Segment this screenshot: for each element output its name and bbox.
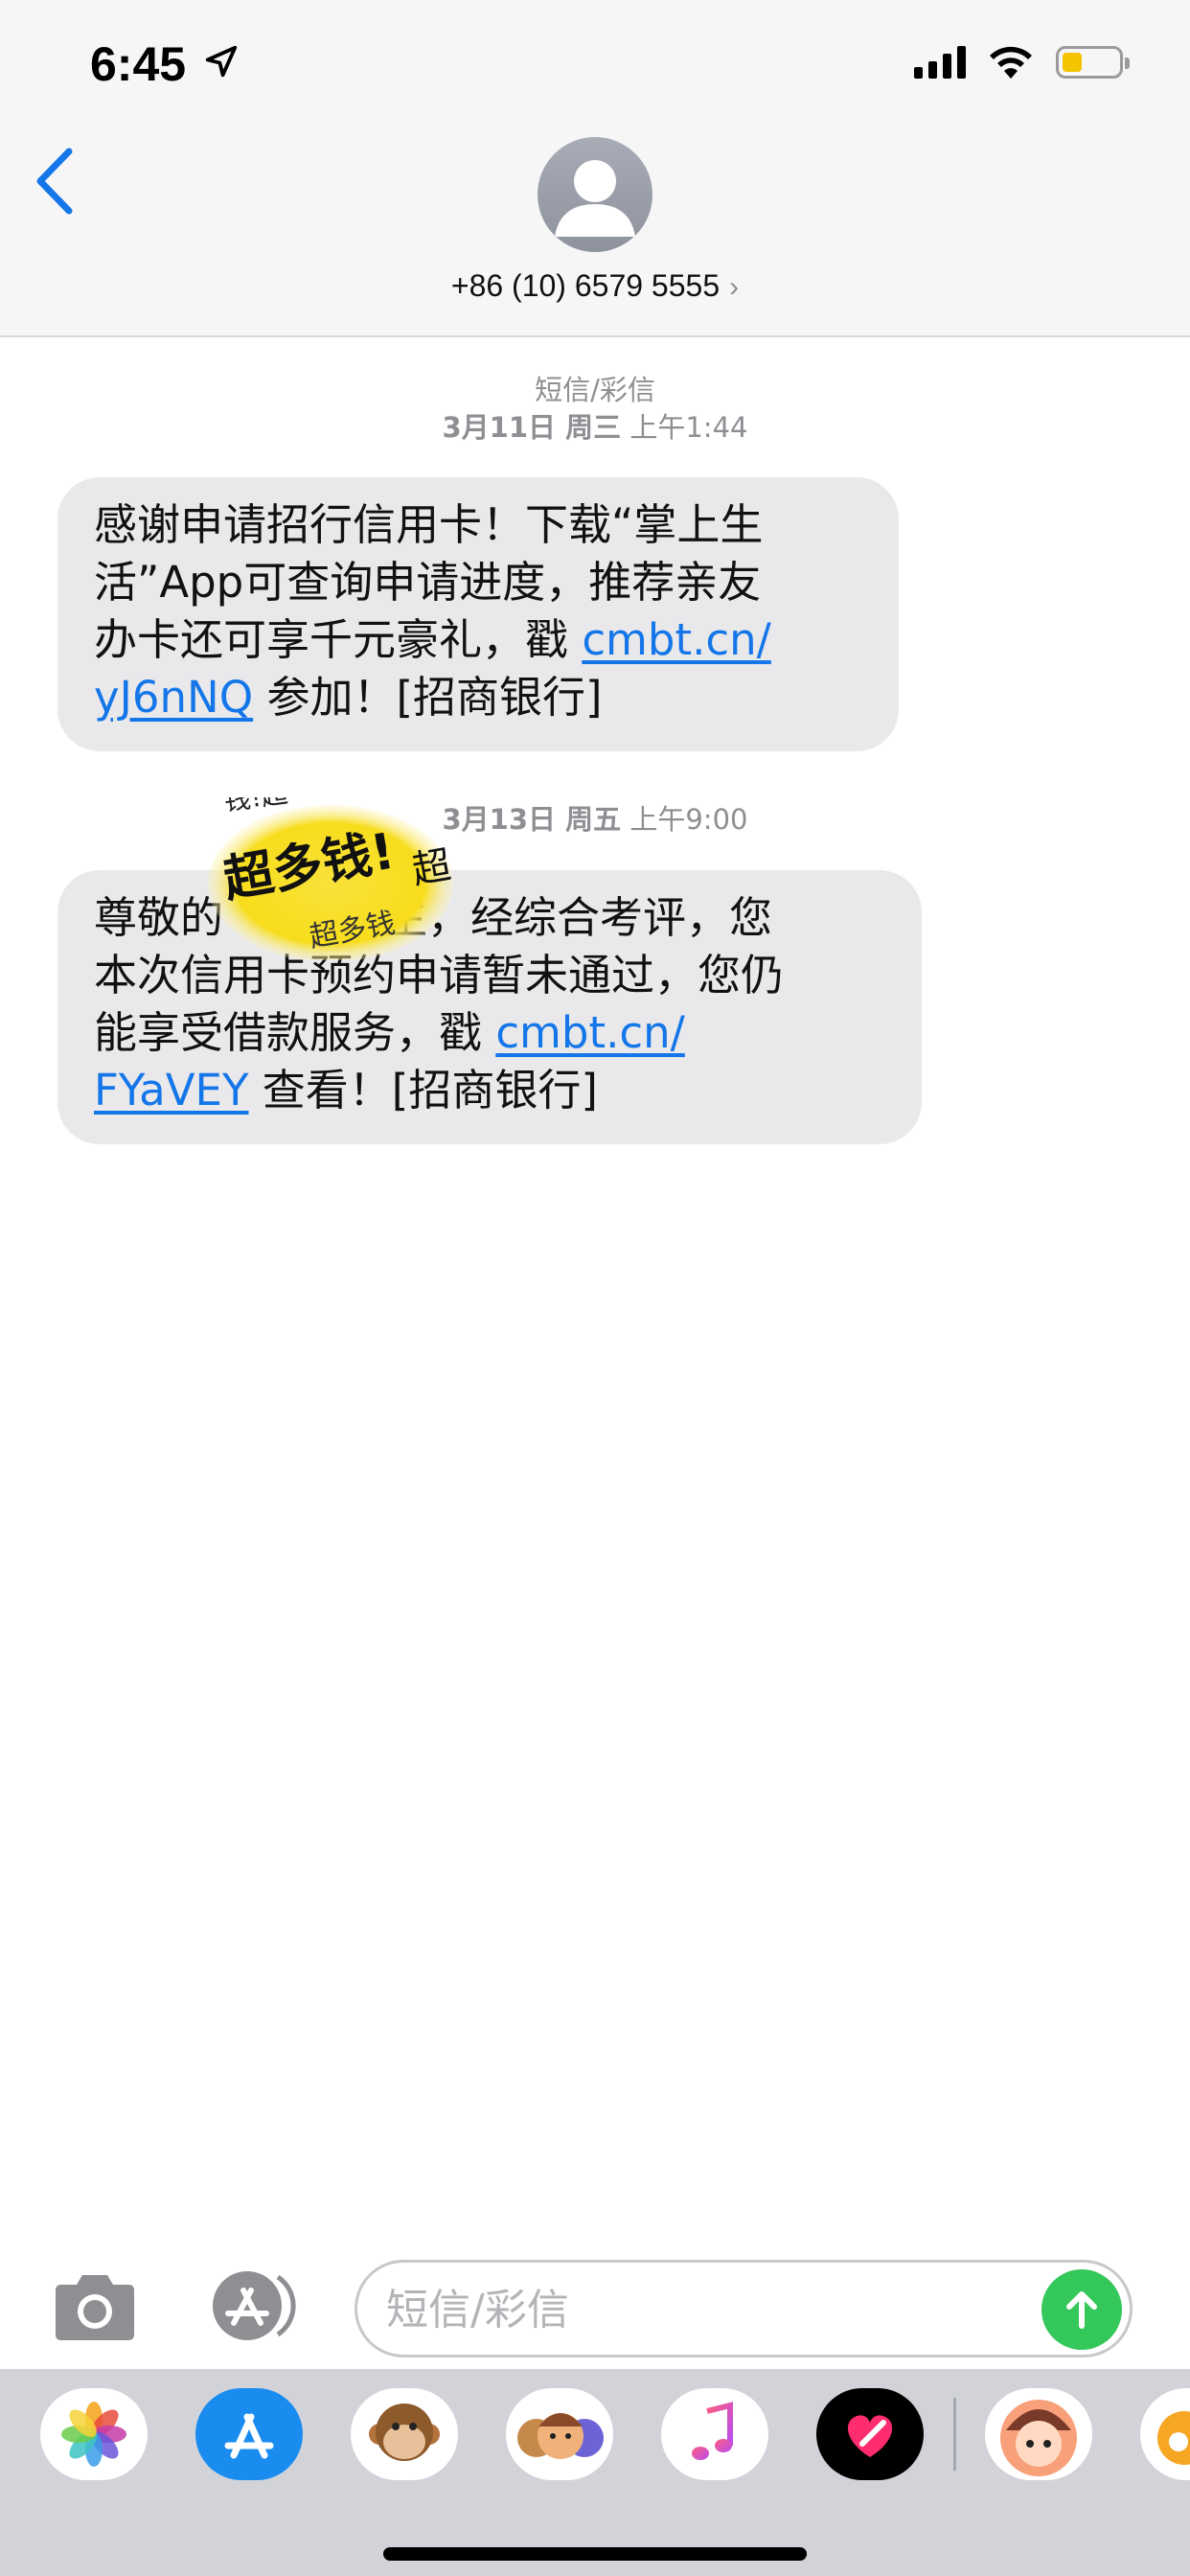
photos-app-icon[interactable] bbox=[40, 2388, 148, 2480]
sticker-overlay[interactable]: 钱!超 超多钱! 超 超多钱 bbox=[206, 777, 457, 962]
message-date: 3月13日 周五 上午9:00 bbox=[442, 803, 748, 836]
sticker-app-girl-icon[interactable] bbox=[985, 2388, 1092, 2480]
message-link[interactable]: FYaVEY bbox=[94, 1065, 248, 1116]
memoji-stickers-icon[interactable] bbox=[506, 2388, 613, 2480]
message-link[interactable]: cmbt.cn/ bbox=[495, 1007, 685, 1058]
message-thread[interactable]: 短信/彩信 3月11日 周三 上午1:44 感谢申请招行信用卡！下载“掌上生 活… bbox=[0, 337, 1190, 2235]
timestamp-group: 短信/彩信 3月11日 周三 上午1:44 bbox=[0, 372, 1190, 447]
message-line: 能享受借款服务，戳 cmbt.cn/ bbox=[94, 1007, 685, 1058]
message-line: yJ6nNQ 参加！[招商银行] bbox=[94, 672, 603, 723]
message-bubble[interactable]: 感谢申请招行信用卡！下载“掌上生 活”App可查询申请进度，推荐亲友 办卡还可享… bbox=[23, 477, 899, 751]
svg-text:超: 超 bbox=[409, 843, 454, 893]
location-arrow-icon bbox=[205, 45, 238, 78]
conversation-header: 6:45 +86 (10) 6579 5555 › bbox=[0, 0, 1190, 337]
message-line: FYaVEY 查看！[招商银行] bbox=[94, 1065, 598, 1116]
person-avatar-icon bbox=[555, 160, 635, 237]
camera-button[interactable] bbox=[50, 2271, 140, 2342]
back-button[interactable] bbox=[33, 146, 77, 217]
app-strip[interactable] bbox=[0, 2388, 1190, 2494]
status-indicators bbox=[914, 44, 1130, 80]
arrow-up-icon bbox=[1066, 2291, 1097, 2329]
status-time: 6:45 bbox=[90, 37, 187, 91]
contact-number: +86 (10) 6579 5555 bbox=[450, 268, 721, 303]
message-link[interactable]: yJ6nNQ bbox=[94, 672, 253, 723]
music-app-icon[interactable] bbox=[661, 2388, 768, 2480]
message-line: 感谢申请招行信用卡！下载“掌上生 bbox=[94, 499, 764, 550]
contact-name-button[interactable]: +86 (10) 6579 5555 › bbox=[0, 268, 1190, 304]
app-store-app-icon[interactable] bbox=[195, 2388, 303, 2480]
battery-icon bbox=[1056, 46, 1130, 79]
chevron-right-icon: › bbox=[729, 271, 740, 303]
home-indicator[interactable] bbox=[383, 2547, 807, 2561]
app-store-button[interactable] bbox=[201, 2269, 307, 2342]
battery-fill bbox=[1063, 53, 1082, 72]
message-line: 活”App可查询申请进度，推荐亲友 bbox=[94, 557, 762, 608]
weibo-app-icon[interactable] bbox=[1140, 2388, 1190, 2480]
message-input-container[interactable] bbox=[355, 2260, 1133, 2358]
app-strip-divider bbox=[953, 2398, 956, 2471]
timestamp-group: 3月13日 周五 上午9:00 bbox=[0, 801, 1190, 839]
messages-screen: 6:45 +86 (10) 6579 5555 › 短信/彩信 3月11日 周三… bbox=[0, 0, 1190, 2576]
contact-avatar[interactable] bbox=[538, 137, 652, 252]
message-date: 3月11日 周三 上午1:44 bbox=[442, 411, 748, 444]
imessage-app-drawer bbox=[0, 2369, 1190, 2576]
service-label: 短信/彩信 bbox=[535, 374, 655, 406]
send-button[interactable] bbox=[1041, 2269, 1122, 2350]
compose-bar bbox=[0, 2242, 1190, 2367]
digital-touch-icon[interactable] bbox=[816, 2388, 924, 2480]
cellular-signal-icon bbox=[914, 46, 966, 79]
message-input[interactable] bbox=[386, 2276, 999, 2343]
message-line: 办卡还可享千元豪礼，戳 cmbt.cn/ bbox=[94, 614, 771, 665]
app-store-icon bbox=[213, 2271, 296, 2340]
animoji-monkey-icon[interactable] bbox=[351, 2388, 458, 2480]
message-bubble[interactable]: 尊敬的 生，经综合考评，您 本次信用卡预约申请暂未通过，您仍 能享受借款服务，戳 … bbox=[23, 870, 922, 1144]
message-link[interactable]: cmbt.cn/ bbox=[582, 614, 771, 665]
camera-icon bbox=[56, 2275, 134, 2340]
wifi-icon bbox=[990, 46, 1032, 79]
